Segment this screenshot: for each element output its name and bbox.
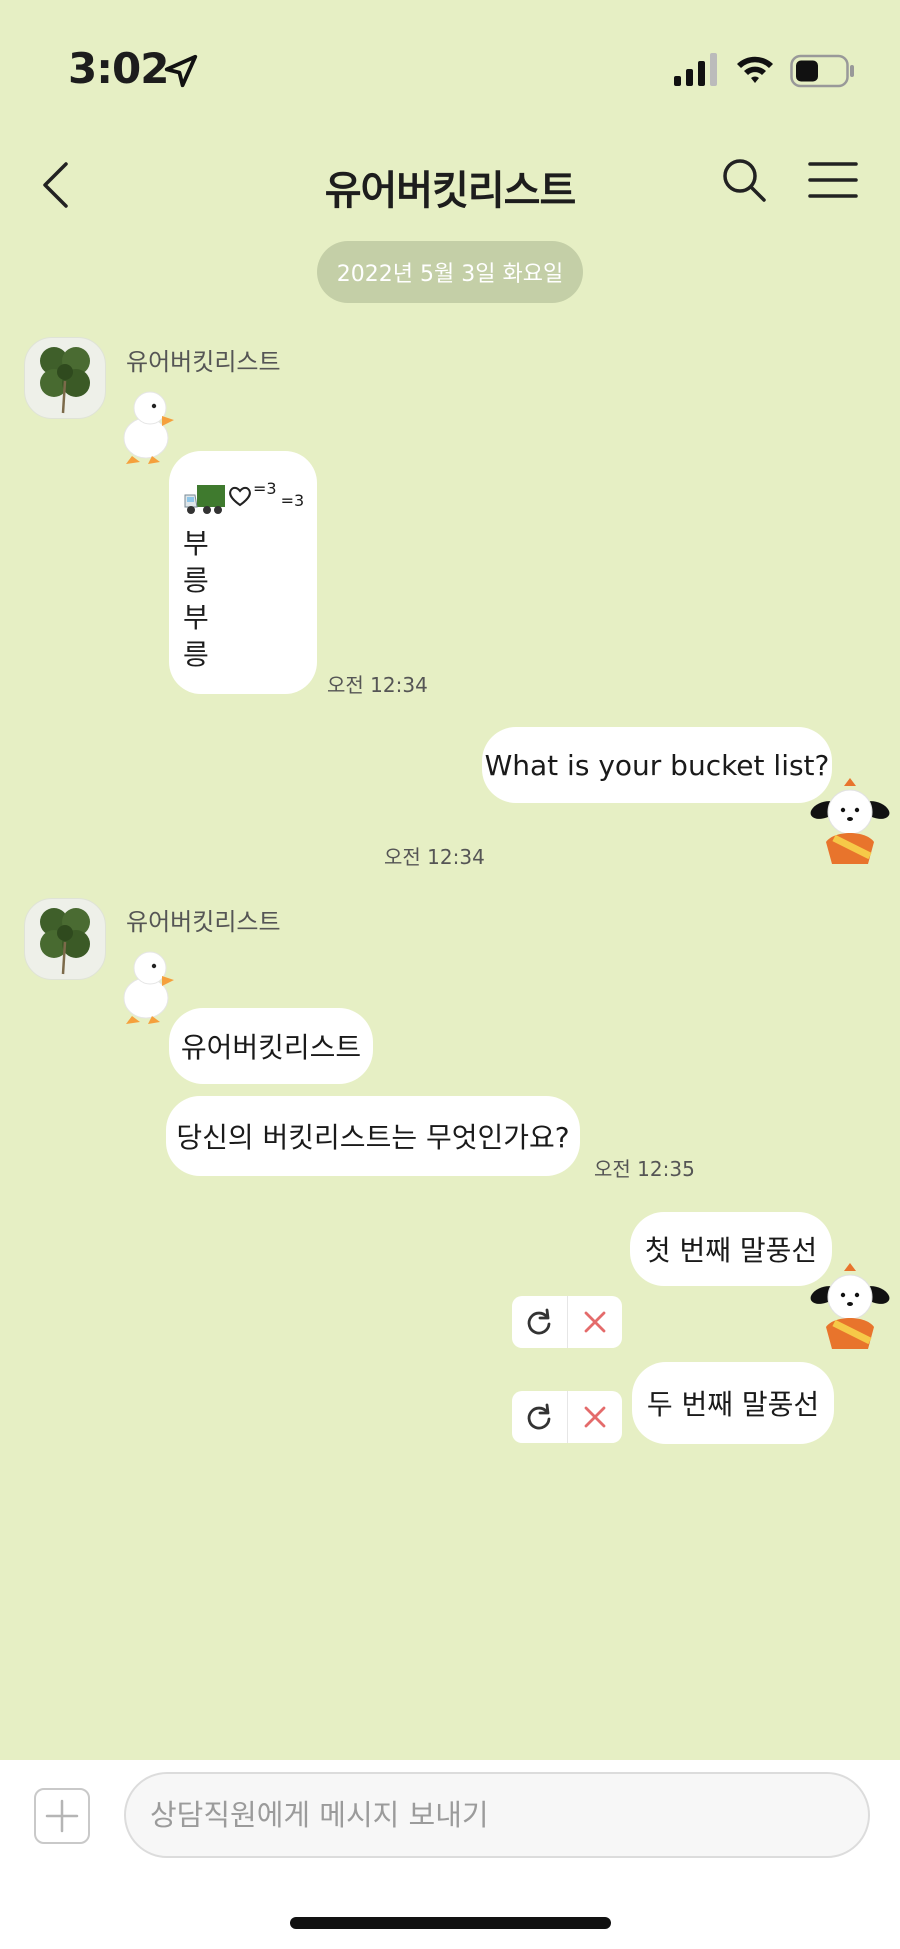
failed-message-controls [512,1296,622,1348]
avatar[interactable] [24,898,106,980]
home-indicator [290,1917,611,1929]
message-time: 오전 12:34 [384,845,485,869]
retry-icon [527,1403,551,1430]
outgoing-message-bubble[interactable]: What is your bucket list? [482,727,832,803]
outgoing-message-bubble[interactable]: 두 번째 말풍선 [632,1362,834,1444]
message-composer [0,1760,900,1949]
failed-message-controls [512,1391,622,1443]
truck-emoji [184,485,225,514]
duck-sticker [123,391,174,464]
heart-outline-icon [229,486,251,507]
dog-sticker [810,1263,890,1349]
vertical-text: 부 릉 부 릉 [183,525,317,673]
message-input[interactable] [124,1772,870,1858]
vertical-char: 릉 [183,564,209,597]
battery-icon [790,54,854,88]
vertical-char: 부 [183,601,209,634]
attach-button[interactable] [34,1788,90,1844]
message-time: 오전 12:35 [594,1157,695,1181]
message-bubble[interactable]: 유어버킷리스트 [169,1008,373,1084]
retry-button[interactable] [512,1391,567,1443]
retry-button[interactable] [512,1296,567,1348]
superscript-text: =3 [253,479,277,498]
search-icon [723,159,766,202]
x-icon [584,1406,606,1428]
menu-button[interactable] [800,148,866,212]
chat-header: 유어버킷리스트 [0,140,900,240]
subscript-text: =3 [280,491,305,510]
duck-sticker [123,951,174,1024]
hamburger-menu-icon [808,162,858,198]
message-time: 오전 12:34 [327,673,428,697]
emoji-line: =3 =3 [183,475,317,525]
message-bubble[interactable]: 당신의 버킷리스트는 무엇인가요? [166,1096,580,1176]
cellular-signal-icon [674,53,717,86]
sender-name: 유어버킷리스트 [126,908,281,936]
message-bubble[interactable]: =3 =3 부 릉 부 릉 [169,451,317,694]
dog-sticker [810,778,890,864]
status-bar: 3:02 [0,0,900,140]
date-divider: 2022년 5월 3일 화요일 [317,241,583,303]
plus-icon [45,1799,79,1833]
avatar[interactable] [24,337,106,419]
delete-button[interactable] [566,1296,623,1348]
x-icon [584,1311,606,1333]
retry-icon [527,1308,551,1335]
outgoing-message-bubble[interactable]: 첫 번째 말풍선 [630,1212,832,1286]
location-arrow-icon [164,54,198,88]
search-button[interactable] [712,148,776,212]
delete-button[interactable] [566,1391,623,1443]
vertical-char: 부 [183,527,209,560]
status-time: 3:02 [68,44,169,93]
vertical-char: 릉 [183,638,209,671]
clover-icon [40,347,90,414]
sender-name: 유어버킷리스트 [126,348,281,376]
clover-icon [40,908,90,975]
wifi-icon [737,56,773,83]
